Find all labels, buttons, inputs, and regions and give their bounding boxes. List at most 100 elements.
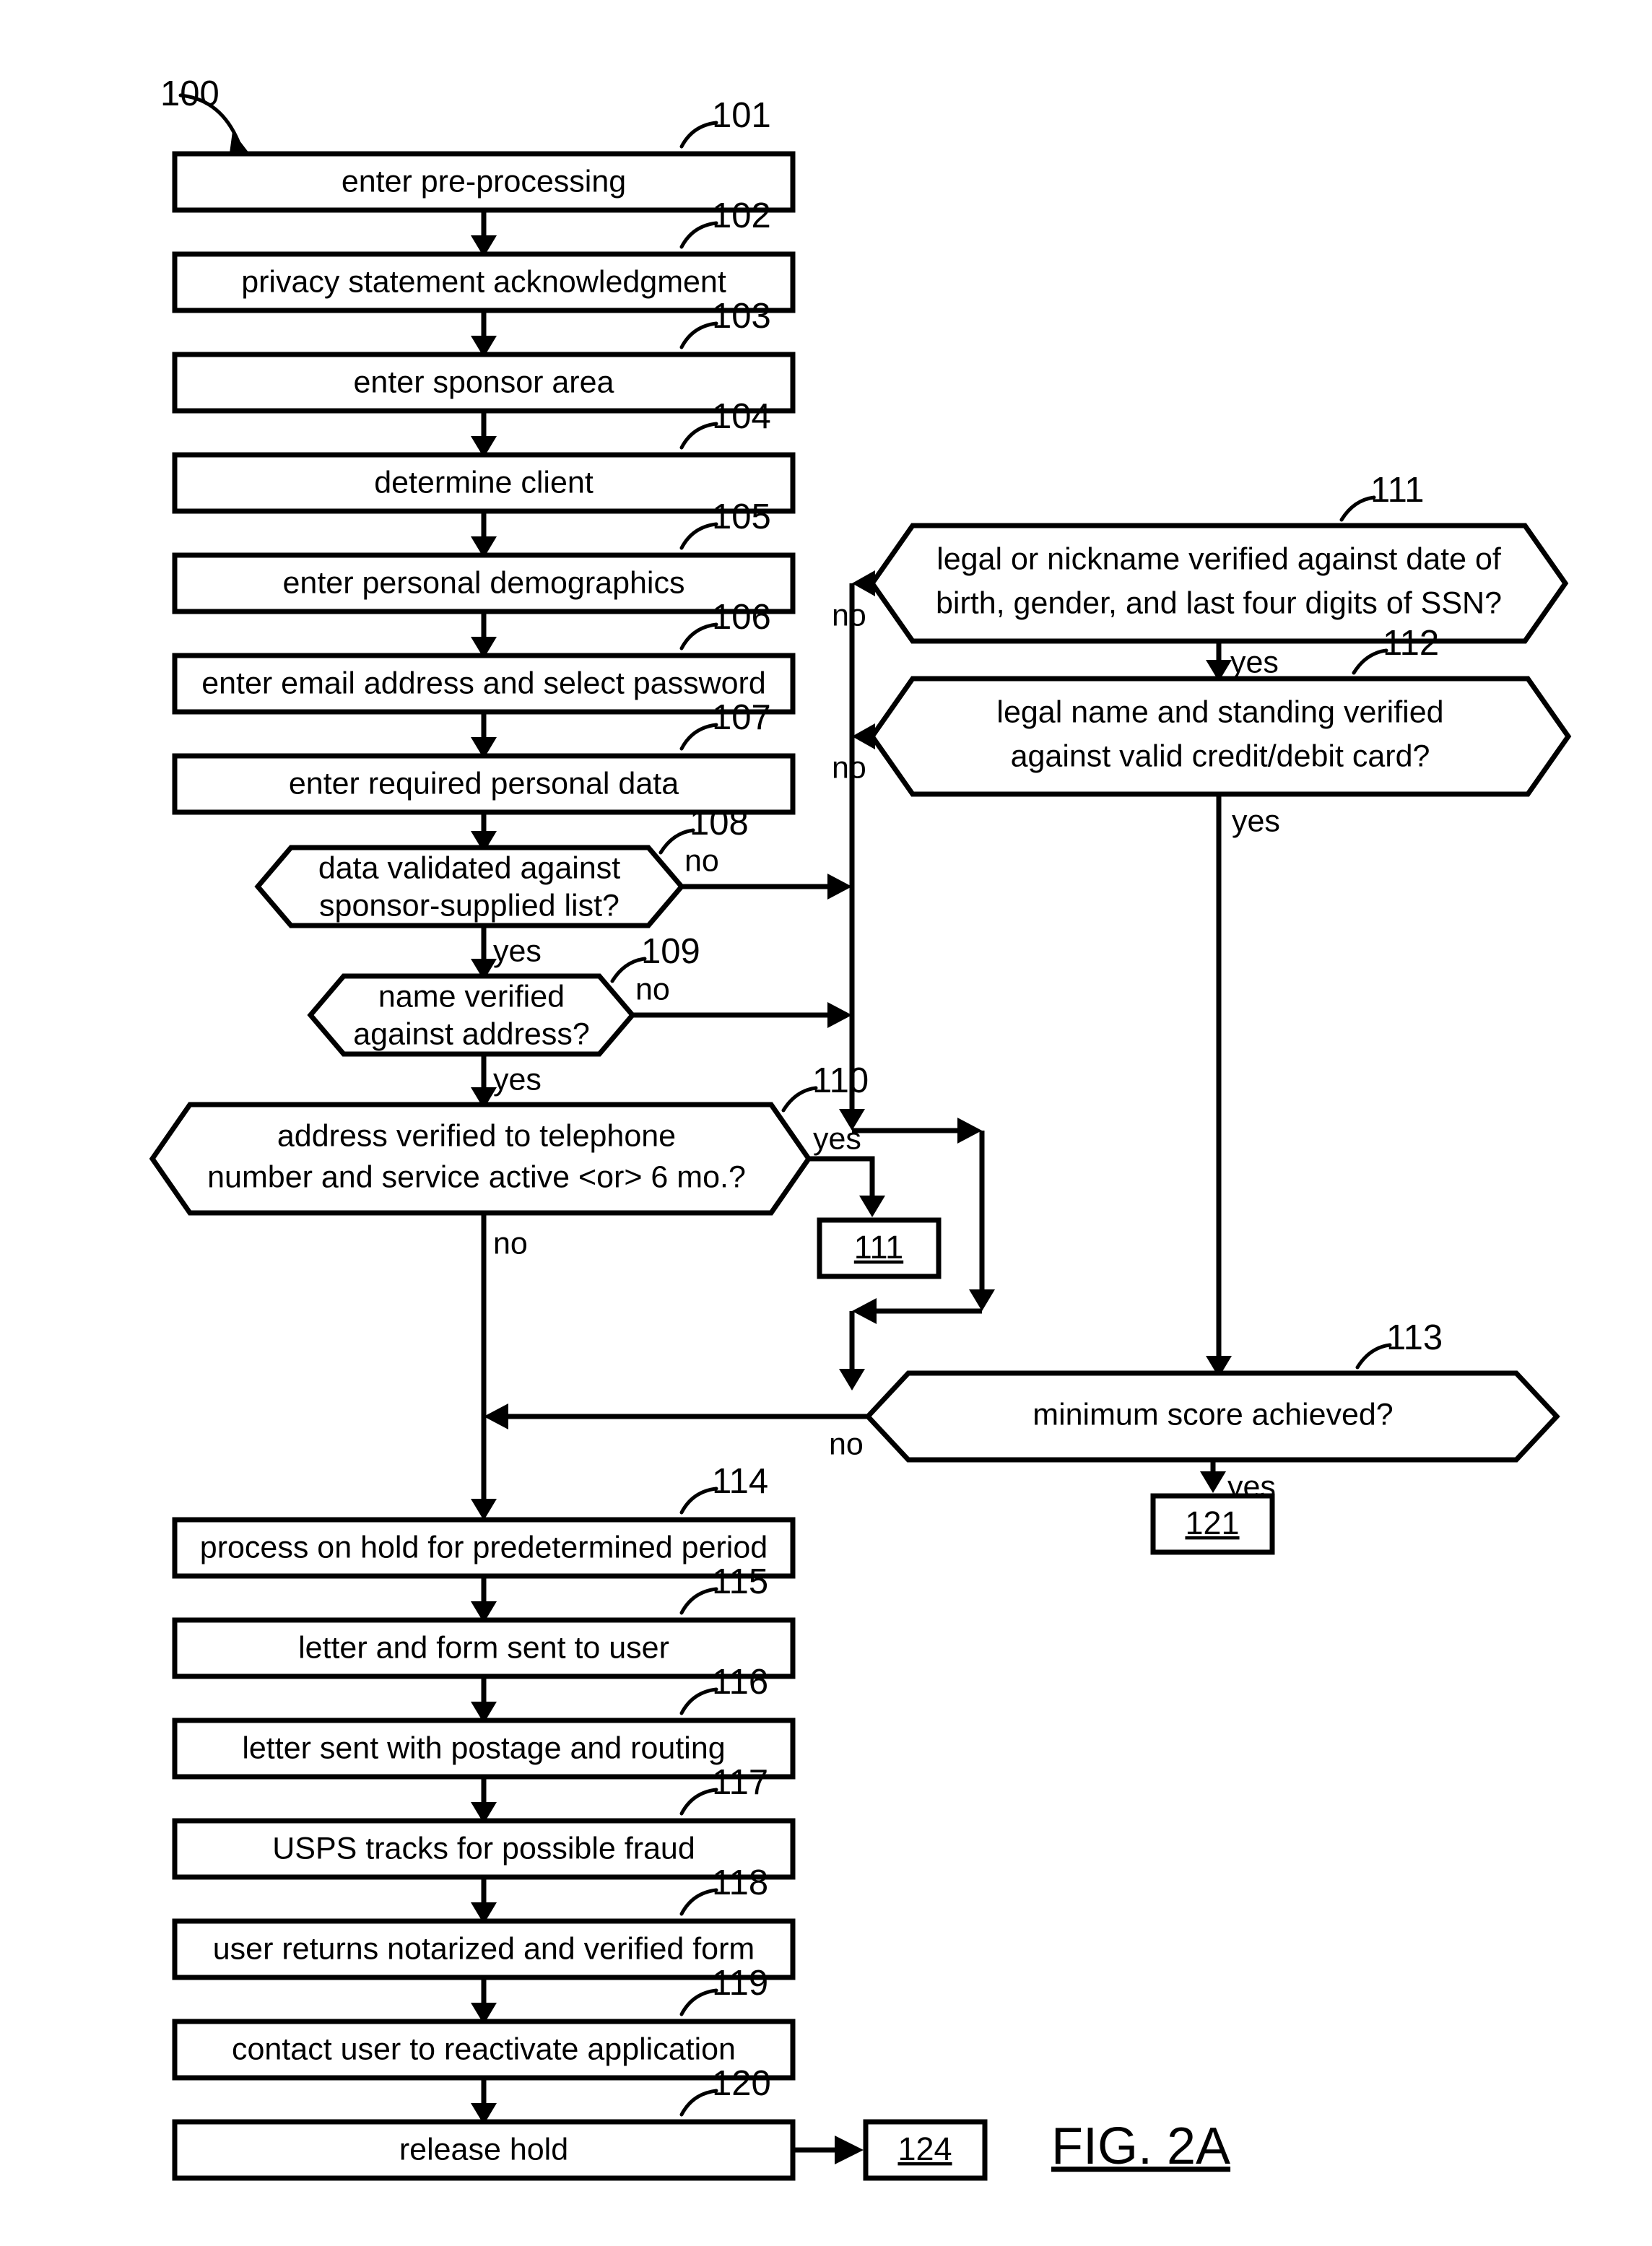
node-110-ref: 110 <box>781 1061 869 1113</box>
node-108-ref-label: 108 <box>690 804 749 843</box>
node-110[interactable]: address verified to telephone number and… <box>149 1102 812 1216</box>
node-116-ref-label: 116 <box>712 1663 768 1702</box>
node-111-ref-label: 111 <box>1370 471 1424 510</box>
node-105-ref-label: 105 <box>712 497 771 536</box>
edge-111-no <box>852 570 875 596</box>
node-111-label-line2: birth, gender, and last four digits of S… <box>936 586 1502 620</box>
node-108-label-line2: sponsor-supplied list? <box>319 888 620 923</box>
node-120-label: release hold <box>399 2132 568 2167</box>
node-119-ref-label: 119 <box>712 1964 768 2003</box>
edge-116-117 <box>471 1777 497 1824</box>
node-109-label-line1: name verified <box>378 979 565 1014</box>
edge-105-106 <box>471 611 497 658</box>
node-106-ref-label: 106 <box>712 598 771 637</box>
node-111-ref: 111 <box>1339 471 1424 522</box>
edge-111-112 <box>1206 641 1232 682</box>
connector-111[interactable]: 111 <box>817 1217 942 1279</box>
node-101-label: enter pre-processing <box>342 164 626 199</box>
branch-111-yes: yes <box>1230 645 1279 679</box>
node-101[interactable]: enter pre-processing <box>172 151 796 213</box>
edge-117-118 <box>471 1877 497 1924</box>
node-111-label-line1: legal or nickname verified against date … <box>936 541 1502 576</box>
branch-108-no: no <box>684 843 719 878</box>
node-113[interactable]: minimum score achieved? <box>864 1370 1560 1463</box>
node-120[interactable]: release hold <box>172 2119 796 2181</box>
node-105[interactable]: enter personal demographics <box>172 552 796 614</box>
node-107-ref-label: 107 <box>712 698 771 737</box>
node-112[interactable]: legal name and standing verified against… <box>869 676 1572 797</box>
node-108[interactable]: data validated against sponsor-supplied … <box>254 845 685 928</box>
figure-title: FIG. 2A <box>1051 2117 1230 2175</box>
node-115-ref-label: 115 <box>712 1562 768 1601</box>
edge-120-124 <box>793 2136 864 2164</box>
edge-112-no <box>852 723 875 749</box>
connector-124[interactable]: 124 <box>863 2119 988 2181</box>
branch-113-no: no <box>829 1427 864 1461</box>
connector-111-label: 111 <box>854 1229 903 1266</box>
edge-103-104 <box>471 411 497 458</box>
node-112-ref-label: 112 <box>1383 624 1439 663</box>
node-114-ref: 114 <box>679 1462 768 1515</box>
node-113-label-line1: minimum score achieved? <box>1032 1397 1393 1432</box>
node-115-label: letter and form sent to user <box>298 1630 669 1665</box>
node-117-ref-label: 117 <box>712 1763 768 1802</box>
node-116-label: letter sent with postage and routing <box>242 1731 725 1765</box>
node-104[interactable]: determine client <box>172 452 796 514</box>
edge-102-103 <box>471 310 497 357</box>
node-106[interactable]: enter email address and select password <box>172 653 796 715</box>
node-108-label-line1: data validated against <box>318 850 620 885</box>
node-107-label: enter required personal data <box>289 766 679 801</box>
node-114-label: process on hold for predetermined period <box>200 1530 768 1564</box>
node-119[interactable]: contact user to reactivate application <box>172 2019 796 2081</box>
node-118[interactable]: user returns notarized and verified form <box>172 1918 796 1980</box>
node-110-label-line2: number and service active <or> 6 mo.? <box>207 1159 746 1194</box>
node-115[interactable]: letter and form sent to user <box>172 1617 796 1679</box>
node-118-ref-label: 118 <box>712 1863 768 1902</box>
connector-124-label: 124 <box>897 2130 952 2167</box>
edge-113-yes <box>1200 1460 1226 1493</box>
edge-114-115 <box>471 1576 497 1623</box>
node-109[interactable]: name verified against address? <box>307 973 636 1057</box>
node-116[interactable]: letter sent with postage and routing <box>172 1718 796 1780</box>
collector-line-left <box>839 583 865 1131</box>
edge-113-no <box>484 1403 868 1429</box>
branch-109-no: no <box>635 972 670 1006</box>
node-102[interactable]: privacy statement acknowledgment <box>172 251 796 313</box>
branch-109-yes: yes <box>493 1062 542 1097</box>
node-103[interactable]: enter sponsor area <box>172 352 796 414</box>
process-ref-100-label: 100 <box>160 74 219 113</box>
branch-110-no: no <box>493 1226 528 1261</box>
flowchart-svg: 100 enter pre-processing 101 privacy sta… <box>149 74 1572 2181</box>
node-103-ref-label: 103 <box>712 297 771 336</box>
node-101-ref-label: 101 <box>712 96 771 135</box>
branch-111-no: no <box>832 598 866 632</box>
node-102-ref-label: 102 <box>712 196 771 235</box>
edge-112-113 <box>1206 794 1232 1377</box>
node-120-ref-label: 120 <box>712 2064 771 2103</box>
node-117-label: USPS tracks for possible fraud <box>272 1831 695 1866</box>
node-103-label: enter sponsor area <box>354 365 614 399</box>
node-102-label: privacy statement acknowledgment <box>241 264 726 299</box>
branch-108-yes: yes <box>493 933 542 968</box>
edge-106-107 <box>471 712 497 759</box>
node-109-label-line2: against address? <box>353 1017 590 1051</box>
node-110-label-line1: address verified to telephone <box>277 1118 676 1153</box>
node-111[interactable]: legal or nickname verified against date … <box>869 523 1569 644</box>
node-109-ref-label: 109 <box>641 932 700 971</box>
edge-110-yes <box>809 1156 885 1217</box>
edge-115-116 <box>471 1676 497 1723</box>
node-105-label: enter personal demographics <box>283 565 685 600</box>
node-101-ref: 101 <box>679 96 771 149</box>
figure-page: 100 enter pre-processing 101 privacy sta… <box>0 0 1652 2246</box>
node-112-label-line1: legal name and standing verified <box>996 695 1443 729</box>
node-114-ref-label: 114 <box>712 1462 768 1501</box>
node-113-ref: 113 <box>1355 1318 1443 1370</box>
branch-112-no: no <box>832 750 866 785</box>
node-106-label: enter email address and select password <box>201 666 766 700</box>
node-114[interactable]: process on hold for predetermined period <box>172 1517 796 1579</box>
connector-121[interactable]: 121 <box>1150 1493 1275 1555</box>
node-117[interactable]: USPS tracks for possible fraud <box>172 1818 796 1880</box>
edge-119-120 <box>471 2078 497 2125</box>
node-112-label-line2: against valid credit/debit card? <box>1011 739 1430 773</box>
node-110-ref-label: 110 <box>812 1061 869 1100</box>
